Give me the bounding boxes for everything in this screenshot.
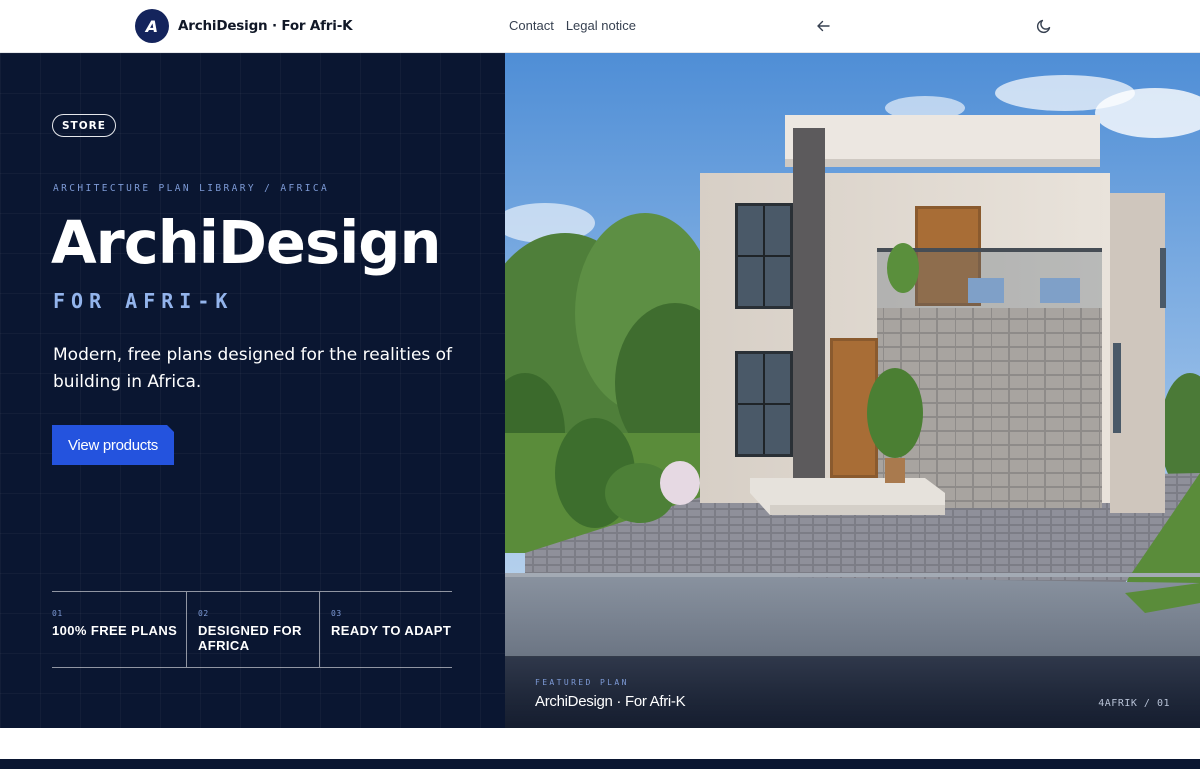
brand-logo: A <box>135 9 169 43</box>
feature-text: 100% FREE PLANS <box>52 623 178 638</box>
hero-title: ArchiDesign <box>51 208 442 277</box>
view-products-button[interactable]: View products <box>52 425 174 465</box>
house-render-image <box>505 53 1200 728</box>
brand-link[interactable]: A ArchiDesign · For Afri-K <box>135 9 353 43</box>
logo-letter: A <box>145 16 159 36</box>
featured-plan-bar: FEATURED PLAN ArchiDesign · For Afri-K 4… <box>505 656 1200 728</box>
theme-toggle-button[interactable] <box>1035 17 1053 35</box>
back-button[interactable] <box>814 17 832 35</box>
feature-text: READY TO ADAPT <box>331 623 452 638</box>
hero-description: Modern, free plans designed for the real… <box>53 345 453 392</box>
feature-number: 01 <box>52 609 63 618</box>
feature-item: 01 100% FREE PLANS <box>52 592 186 667</box>
hero-subtitle: FOR AFRI-K <box>53 289 234 313</box>
featured-plan-code: 4AFRIK / 01 <box>1098 698 1170 709</box>
feature-item: 02 DESIGNED FOR AFRICA <box>186 592 319 667</box>
hero-image-panel: FEATURED PLAN ArchiDesign · For Afri-K 4… <box>505 53 1200 728</box>
feature-number: 03 <box>331 609 342 618</box>
feature-item: 03 READY TO ADAPT <box>319 592 452 667</box>
nav-link-legal-notice[interactable]: Legal notice <box>566 18 636 33</box>
hero-kicker: ARCHITECTURE PLAN LIBRARY / AFRICA <box>53 183 330 194</box>
moon-icon <box>1036 19 1051 34</box>
feature-list: 01 100% FREE PLANS 02 DESIGNED FOR AFRIC… <box>52 591 452 668</box>
nav-link-contact[interactable]: Contact <box>509 18 554 33</box>
featured-label: FEATURED PLAN <box>535 678 629 687</box>
hero-panel: STORE ARCHITECTURE PLAN LIBRARY / AFRICA… <box>0 53 505 728</box>
store-badge: STORE <box>52 114 116 137</box>
top-navbar: A ArchiDesign · For Afri-K Contact Legal… <box>0 0 1200 53</box>
arrow-left-icon <box>817 20 830 32</box>
brand-name: ArchiDesign · For Afri-K <box>178 18 353 34</box>
main-nav: Contact Legal notice <box>509 18 636 33</box>
feature-number: 02 <box>198 609 209 618</box>
featured-plan-name: ArchiDesign · For Afri-K <box>535 693 686 710</box>
next-section-edge <box>0 759 1200 769</box>
feature-text: DESIGNED FOR AFRICA <box>198 623 302 653</box>
